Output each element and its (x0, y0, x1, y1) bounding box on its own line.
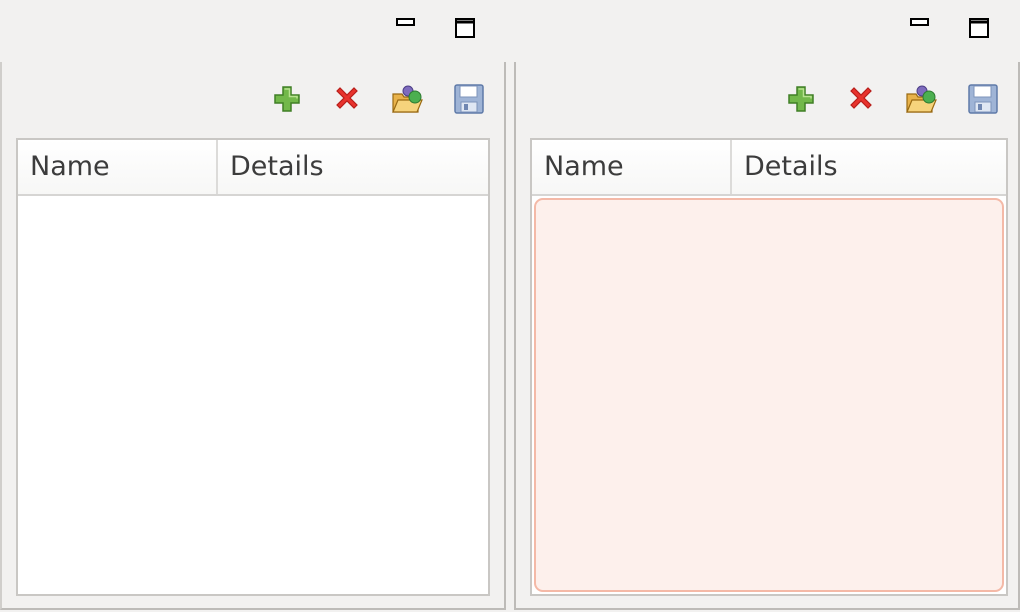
table-body[interactable] (532, 196, 1006, 594)
remove-icon[interactable] (330, 82, 364, 116)
table-header: Name Details (532, 140, 1006, 196)
open-icon[interactable] (904, 82, 938, 116)
drop-target-highlight[interactable] (534, 198, 1004, 592)
right-view-titlebar (514, 0, 1020, 60)
details-column-header[interactable]: Details (218, 140, 488, 194)
table-header: Name Details (18, 140, 488, 196)
left-view-pane: Name Details (0, 0, 506, 612)
add-icon[interactable] (784, 82, 818, 116)
minimize-icon[interactable] (907, 12, 933, 42)
left-table[interactable]: Name Details (16, 138, 490, 596)
save-icon[interactable] (452, 82, 486, 116)
maximize-icon[interactable] (966, 12, 992, 42)
details-column-header[interactable]: Details (732, 140, 1006, 194)
table-body[interactable] (18, 196, 488, 594)
left-toolbar (270, 82, 490, 116)
minimize-icon[interactable] (393, 12, 419, 42)
name-column-header[interactable]: Name (532, 140, 732, 194)
remove-icon[interactable] (844, 82, 878, 116)
save-icon[interactable] (966, 82, 1000, 116)
add-icon[interactable] (270, 82, 304, 116)
right-toolbar (784, 82, 1004, 116)
name-column-header[interactable]: Name (18, 140, 218, 194)
right-table[interactable]: Name Details (530, 138, 1008, 596)
open-icon[interactable] (390, 82, 424, 116)
maximize-icon[interactable] (452, 12, 478, 42)
right-view-pane: Name Details (514, 0, 1020, 612)
left-view-titlebar (0, 0, 506, 60)
